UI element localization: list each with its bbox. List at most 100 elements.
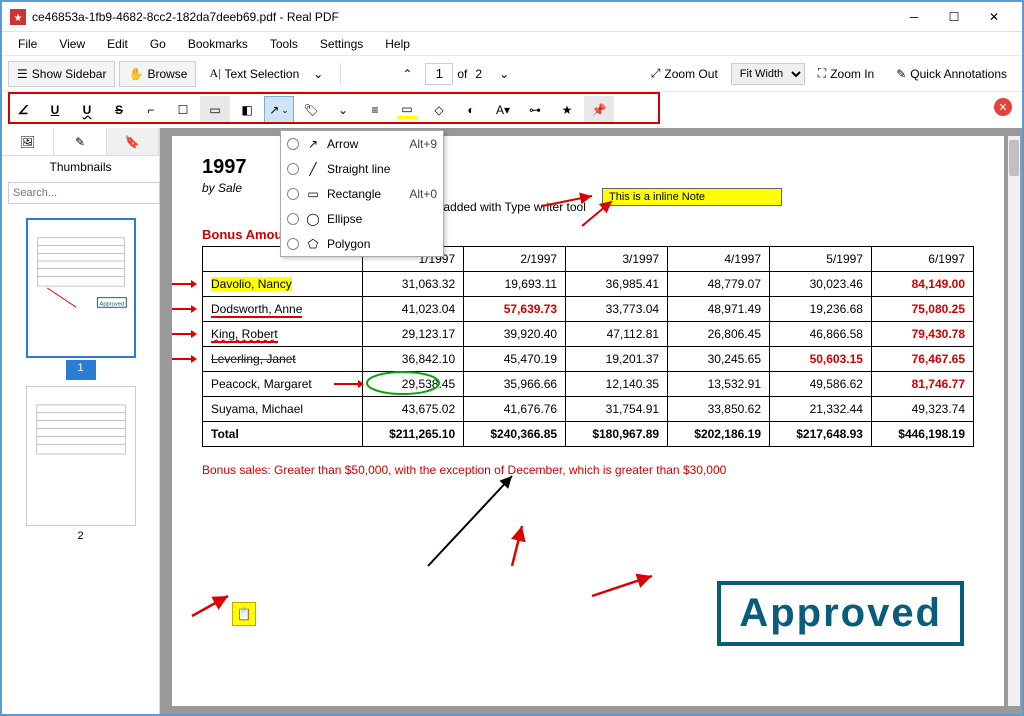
shape-dropdown-menu: ↗ArrowAlt+9 ╱Straight line ▭RectangleAlt… <box>280 130 444 257</box>
freehand-tool[interactable]: ∠ <box>8 96 38 124</box>
opacity-tool[interactable]: ◐ <box>456 96 486 124</box>
table-cell: 39,920.40 <box>464 322 566 347</box>
sidebar-icon: ☰ <box>17 67 28 81</box>
browse-button[interactable]: ✋Browse <box>119 61 196 87</box>
note-tool[interactable]: ☐ <box>168 96 198 124</box>
table-cell: 41,023.04 <box>363 297 464 322</box>
show-sidebar-button[interactable]: ☰Show Sidebar <box>8 61 115 87</box>
sidebar-search-input[interactable] <box>8 182 160 204</box>
table-cell: 26,806.45 <box>668 322 770 347</box>
table-cell: 30,245.65 <box>668 347 770 372</box>
chevron-down-icon: ⌄ <box>338 103 348 117</box>
arrow-icon: ↗ <box>305 137 321 151</box>
page-prev-button[interactable]: ⌃ <box>393 61 421 87</box>
measure-tool[interactable]: ⌐ <box>136 96 166 124</box>
thumbnail-label-1: 1 <box>66 360 96 380</box>
chevron-down-icon: ⌄ <box>313 67 323 81</box>
dropdown-item-arrow[interactable]: ↗ArrowAlt+9 <box>281 131 443 156</box>
shape-tool[interactable]: ↗ ⌄ <box>264 96 294 124</box>
underline-tool[interactable]: U <box>40 96 70 124</box>
table-row: King, Robert29,123.1739,920.4047,112.812… <box>203 322 974 347</box>
main-area: 🖼 ✎ 🔖 Thumbnails ▽ Approved 1 2 1997 Sal… <box>2 128 1022 714</box>
chevron-down-icon: ⌄ <box>281 105 289 116</box>
zoom-out-icon: ⤢ <box>651 66 661 81</box>
menu-file[interactable]: File <box>8 35 47 53</box>
table-cell: 30,023.46 <box>770 272 872 297</box>
sidebar-title: Thumbnails <box>2 156 159 178</box>
zoom-level-select[interactable]: Fit Width <box>731 63 805 85</box>
inline-note-annotation[interactable]: This is a inline Note <box>602 188 782 206</box>
dropdown-item-polygon[interactable]: ⬠Polygon <box>281 231 443 256</box>
menu-go[interactable]: Go <box>140 35 176 53</box>
eraser-tool[interactable]: ◧ <box>232 96 262 124</box>
table-cell: 19,693.11 <box>464 272 566 297</box>
table-row: Peacock, Margaret29,538.4535,966.6612,14… <box>203 372 974 397</box>
thumbnail-label-2: 2 <box>8 528 153 548</box>
maximize-button[interactable]: ☐ <box>934 3 974 31</box>
chevron-down-icon: ⌄ <box>499 67 509 81</box>
approved-stamp[interactable]: Approved <box>717 581 964 646</box>
squiggly-tool[interactable]: U <box>72 96 102 124</box>
sidebar-tab-bookmarks[interactable]: 🔖 <box>107 128 159 155</box>
fill-tool[interactable]: ◇ <box>424 96 454 124</box>
row-name-cell: Davolio, Nancy <box>203 272 363 297</box>
menu-settings[interactable]: Settings <box>310 35 373 53</box>
svg-text:★: ★ <box>14 13 23 24</box>
annotation-toolbar: ∠ U U S ⌐ ☐ ▭ ◧ ↗ ⌄ 🏷 ⌄ ≡ ▭ ◇ ◐ A▾ ⊶ ★ 📌… <box>2 92 1022 128</box>
table-total-row: Total$211,265.10$240,366.85$180,967.89$2… <box>203 422 974 447</box>
table-cell: 79,430.78 <box>871 322 973 347</box>
window-title: ce46853a-1fb9-4682-8cc2-182da7deeb69.pdf… <box>32 10 894 24</box>
area-tool[interactable]: ▭ <box>200 96 230 124</box>
menu-view[interactable]: View <box>49 35 95 53</box>
pin-tool[interactable]: 📌 <box>584 96 614 124</box>
table-cell: 13,532.91 <box>668 372 770 397</box>
titlebar: ★ ce46853a-1fb9-4682-8cc2-182da7deeb69.p… <box>2 2 1022 32</box>
close-toolbar-button[interactable]: ✕ <box>994 98 1012 116</box>
row-name-cell: Peacock, Margaret <box>203 372 363 397</box>
strikeout-tool[interactable]: S <box>104 96 134 124</box>
table-cell: 36,842.10 <box>363 347 464 372</box>
lines-tool[interactable]: ≡ <box>360 96 390 124</box>
sticky-note-annotation[interactable]: 📋 <box>232 602 256 626</box>
table-cell: 29,538.45 <box>363 372 464 397</box>
menu-tools[interactable]: Tools <box>260 35 308 53</box>
dropdown-item-ellipse[interactable]: ◯Ellipse <box>281 206 443 231</box>
highlight-color-tool[interactable]: ▭ <box>392 96 422 124</box>
quick-annotations-button[interactable]: ✎Quick Annotations <box>887 61 1016 87</box>
star-tool[interactable]: ★ <box>552 96 582 124</box>
vertical-scrollbar[interactable] <box>1008 136 1020 706</box>
page-next-button[interactable]: ⌄ <box>490 61 518 87</box>
menu-bookmarks[interactable]: Bookmarks <box>178 35 258 53</box>
thumbnail-page-1[interactable]: Approved <box>26 218 136 358</box>
menu-edit[interactable]: Edit <box>97 35 138 53</box>
tag-tool[interactable]: 🏷 <box>296 96 326 124</box>
thumbnail-page-2[interactable] <box>26 386 136 526</box>
sidebar-tab-annotations[interactable]: ✎ <box>54 128 106 155</box>
scrollbar-thumb[interactable] <box>1009 140 1019 176</box>
app-icon: ★ <box>10 9 26 25</box>
table-cell: 31,754.91 <box>566 397 668 422</box>
chevron-up-icon: ⌃ <box>402 67 412 81</box>
text-cursor-icon: A| <box>209 66 220 81</box>
dropdown-item-rectangle[interactable]: ▭RectangleAlt+0 <box>281 181 443 206</box>
tag-dropdown[interactable]: ⌄ <box>328 96 358 124</box>
menubar: File View Edit Go Bookmarks Tools Settin… <box>2 32 1022 56</box>
table-cell: 46,866.58 <box>770 322 872 347</box>
sidebar-tab-image[interactable]: 🖼 <box>2 128 54 155</box>
zoom-out-button[interactable]: ⤢Zoom Out <box>642 61 727 87</box>
close-button[interactable]: ✕ <box>974 3 1014 31</box>
table-cell: 84,149.00 <box>871 272 973 297</box>
font-tool[interactable]: A▾ <box>488 96 518 124</box>
minimize-button[interactable]: ─ <box>894 3 934 31</box>
page-of-label: of <box>457 67 467 81</box>
text-selection-button[interactable]: A|Text Selection⌄ <box>200 61 332 87</box>
svg-text:Approved: Approved <box>99 301 124 307</box>
table-cell: 43,675.02 <box>363 397 464 422</box>
table-cell: 57,639.73 <box>464 297 566 322</box>
dropdown-item-line[interactable]: ╱Straight line <box>281 156 443 181</box>
page-number-input[interactable] <box>425 63 453 85</box>
menu-help[interactable]: Help <box>375 35 420 53</box>
table-cell: 48,971.49 <box>668 297 770 322</box>
zoom-in-button[interactable]: ⛶Zoom In <box>809 61 883 87</box>
slider-tool[interactable]: ⊶ <box>520 96 550 124</box>
